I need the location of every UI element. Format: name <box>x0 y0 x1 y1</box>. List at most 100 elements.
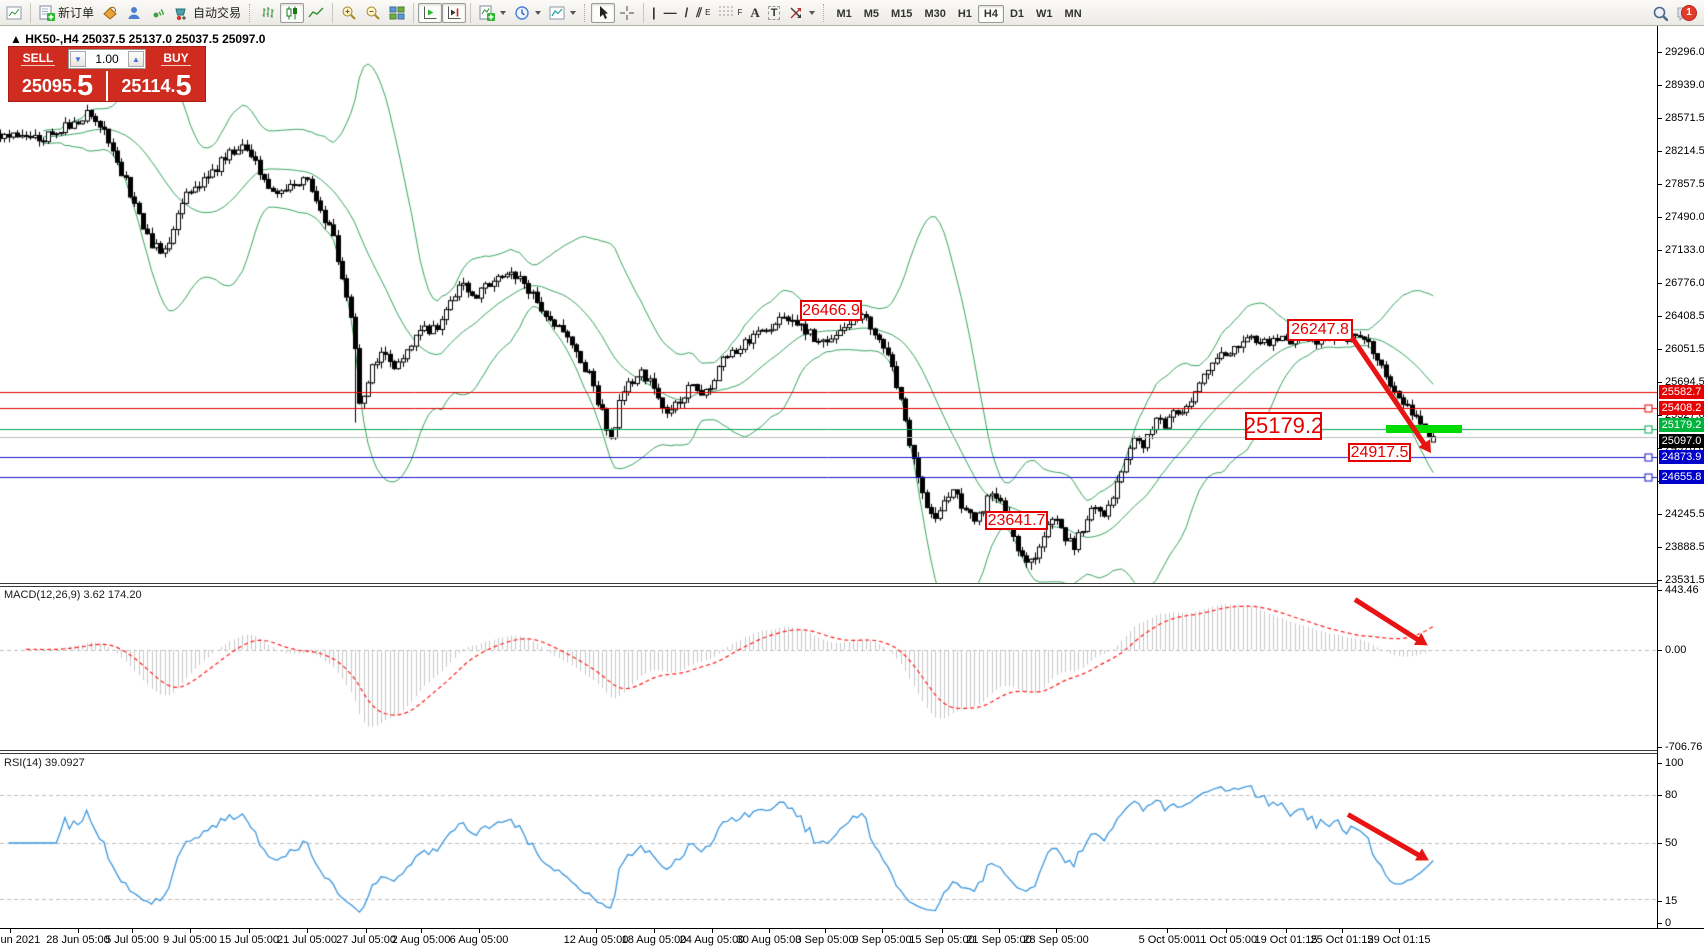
timeframe-button-mn[interactable]: MN <box>1059 5 1088 23</box>
timeframe-button-w1[interactable]: W1 <box>1030 5 1059 23</box>
volume-increase-button[interactable]: ▲ <box>128 51 144 67</box>
price-annotation[interactable]: 26247.8 <box>1287 319 1353 341</box>
timeframe-button-d1[interactable]: D1 <box>1004 5 1030 23</box>
profile-button[interactable] <box>122 3 146 23</box>
candle-chart-button[interactable] <box>280 3 304 23</box>
fibonacci-tool-button[interactable]: F <box>714 3 746 23</box>
price-level-axis-box: 25097.0 <box>1659 434 1704 448</box>
price-level-axis-box: 24655.8 <box>1659 470 1704 484</box>
indicators-button[interactable] <box>475 3 510 23</box>
vertical-line-tool-button[interactable]: | <box>648 3 660 23</box>
chart-plot-area[interactable] <box>0 26 1657 928</box>
symbol-period-label: HK50-,H4 <box>25 32 78 46</box>
signal-icon <box>150 5 166 21</box>
buy-price[interactable]: 25114.5 <box>108 71 205 101</box>
arrows-tool-button[interactable] <box>784 3 819 23</box>
price-tick <box>1658 151 1662 152</box>
pane-separator[interactable] <box>0 750 1704 751</box>
rsi-tick-label: 50 <box>1665 837 1677 849</box>
price-level-axis-box: 25582.7 <box>1659 385 1704 399</box>
periods-button[interactable] <box>510 3 545 23</box>
horizontal-line-tool-button[interactable]: — <box>660 3 681 23</box>
line-chart-button[interactable] <box>304 3 328 23</box>
collapse-arrow-icon[interactable]: ▲ <box>10 32 22 46</box>
text-tool-button[interactable]: A <box>746 3 763 23</box>
styler-button[interactable] <box>98 3 122 23</box>
time-tick-label: 5 Oct 05:00 <box>1139 934 1196 946</box>
macd-tick <box>1658 650 1662 651</box>
timeframe-button-h1[interactable]: H1 <box>952 5 978 23</box>
chart-shift-button[interactable] <box>442 3 466 23</box>
timeframe-button-m15[interactable]: M15 <box>885 5 918 23</box>
price-annotation[interactable]: 24917.5 <box>1348 443 1411 462</box>
timeframe-button-m5[interactable]: M5 <box>858 5 885 23</box>
time-tick-label: 21 Sep 05:00 <box>966 934 1031 946</box>
time-tick-label: 15 Jul 05:00 <box>219 934 279 946</box>
time-tick-label: 5 Jul 05:00 <box>105 934 159 946</box>
price-tick-label: 27490.0 <box>1665 211 1704 223</box>
price-tick <box>1658 448 1662 449</box>
price-tick-label: 27133.0 <box>1665 244 1704 256</box>
indicators-caret-icon <box>500 11 506 15</box>
zoom-in-button[interactable] <box>337 3 361 23</box>
crosshair-tool-button[interactable] <box>615 3 639 23</box>
tile-windows-button[interactable] <box>385 3 409 23</box>
auto-scroll-button[interactable] <box>418 3 442 23</box>
bar-chart-button[interactable] <box>256 3 280 23</box>
sell-button[interactable]: SELL <box>9 47 67 71</box>
chart-shift-icon <box>446 5 462 21</box>
fibonacci-icon <box>718 5 734 21</box>
macd-indicator-label: MACD(12,26,9) 3.62 174.20 <box>4 589 142 601</box>
community-chat-button[interactable]: 1 <box>1672 3 1702 23</box>
timeframe-button-m30[interactable]: M30 <box>918 5 951 23</box>
new-order-label: 新订单 <box>58 4 94 21</box>
time-tick-label: 11 Oct 05:00 <box>1195 934 1257 946</box>
volume-input[interactable] <box>87 50 127 68</box>
chart-window-icon-button[interactable] <box>2 3 26 23</box>
time-tick-label: 25 Oct 01:15 <box>1311 934 1374 946</box>
cursor-tool-button[interactable] <box>591 3 615 23</box>
chart-stage: ▲ HK50-,H4 25037.5 25137.0 25037.5 25097… <box>0 26 1704 947</box>
time-tick <box>1167 929 1168 933</box>
volume-decrease-button[interactable]: ▼ <box>70 51 86 67</box>
auto-trading-button[interactable]: 自动交易 <box>170 3 245 23</box>
time-tick <box>307 929 308 933</box>
zoom-out-button[interactable] <box>361 3 385 23</box>
buy-button[interactable]: BUY <box>147 47 205 71</box>
price-annotation[interactable]: 26466.9 <box>800 300 862 321</box>
macd-tick-label: -706.76 <box>1665 741 1702 753</box>
profile-icon <box>126 5 142 21</box>
templates-button[interactable] <box>545 3 580 23</box>
time-tick-label: 19 Oct 01:15 <box>1255 934 1318 946</box>
label-tool-button[interactable]: T <box>764 3 785 23</box>
price-annotation[interactable]: 23641.7 <box>985 511 1048 530</box>
support-highlight-bar[interactable] <box>1386 425 1462 433</box>
timeframe-button-h4[interactable]: H4 <box>978 5 1004 23</box>
time-tick <box>1342 929 1343 933</box>
price-tick-label: 26776.0 <box>1665 277 1704 289</box>
price-annotation[interactable]: 25179.2 <box>1245 412 1322 440</box>
time-tick <box>1399 929 1400 933</box>
signal-button[interactable] <box>146 3 170 23</box>
price-tick-label: 23888.5 <box>1665 541 1704 553</box>
rsi-tick <box>1658 763 1662 764</box>
ohlc-values: 25037.5 25137.0 25037.5 25097.0 <box>82 32 266 46</box>
trendline-tool-button[interactable]: / <box>681 3 693 23</box>
macd-tick <box>1658 590 1662 591</box>
time-tick-label: 28 Sep 05:00 <box>1023 934 1088 946</box>
rsi-tick <box>1658 901 1662 902</box>
arrows-caret-icon <box>809 11 815 15</box>
price-tick-label: 28939.0 <box>1665 79 1704 91</box>
vline-icon: | <box>652 5 656 20</box>
arrows-tool-icon <box>788 5 804 21</box>
new-order-button[interactable]: 新订单 <box>35 3 98 23</box>
channel-tool-button[interactable]: ⫽E <box>692 3 714 23</box>
search-button[interactable] <box>1648 3 1672 23</box>
pane-separator[interactable] <box>0 583 1704 584</box>
time-tick-label: 27 Jul 05:00 <box>336 934 396 946</box>
sell-price[interactable]: 25095.5 <box>9 71 106 101</box>
timeframe-button-m1[interactable]: M1 <box>830 5 857 23</box>
time-tick-label: 12 Aug 05:00 <box>564 934 629 946</box>
price-tick-label: 28214.5 <box>1665 145 1704 157</box>
channel-icon: ⫽ <box>696 5 702 21</box>
